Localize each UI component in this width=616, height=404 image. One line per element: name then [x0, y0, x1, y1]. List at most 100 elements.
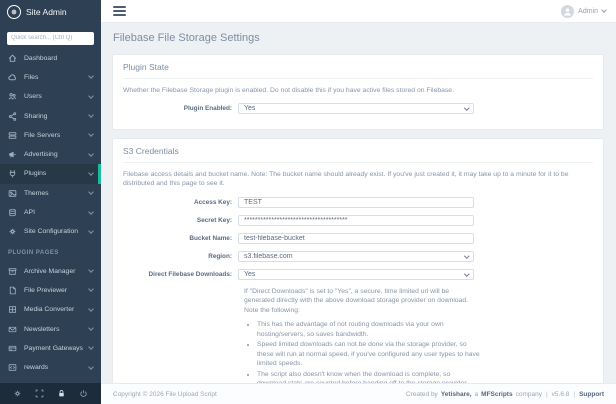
chevron-down-icon: [88, 208, 94, 215]
chevron-down-icon: [88, 170, 94, 176]
grid-icon: [8, 305, 18, 315]
plugin-enabled-label: Plugin Enabled:: [183, 105, 232, 113]
chevron-down-icon: [601, 7, 607, 13]
secret-key-input[interactable]: [238, 214, 474, 226]
archive-icon: [8, 266, 18, 276]
footer-credits: Created by Yetishare, a MFScripts compan…: [406, 390, 604, 398]
direct-downloads-help-intro: If "Direct Downloads" is set to "Yes", a…: [244, 287, 469, 314]
user-menu[interactable]: Admin: [561, 4, 607, 18]
sidebar-item-file-servers[interactable]: File Servers: [0, 126, 101, 145]
copyright-text: Copyright © 2026 File Upload Script: [113, 390, 217, 398]
app-window: Site Admin Dashboard Files Users Shar: [0, 0, 616, 404]
user-name: Admin: [578, 7, 598, 15]
chevron-down-icon: [88, 344, 94, 351]
plug-icon: [8, 169, 18, 179]
sidebar-item-payment-gateways[interactable]: Payment Gateways: [0, 339, 101, 358]
home-icon: [8, 53, 18, 63]
sidebar-item-users[interactable]: Users: [0, 87, 101, 106]
image-icon: [8, 188, 18, 198]
sidebar-item-archive-manager[interactable]: Archive Manager: [0, 261, 101, 280]
avatar: [561, 4, 575, 18]
yetishare-link[interactable]: Yetishare,: [441, 391, 472, 398]
main-area: Admin Filebase File Storage Settings Plu…: [101, 0, 616, 404]
access-key-label: Access Key:: [193, 198, 232, 206]
sidebar-item-plugins[interactable]: Plugins: [0, 164, 101, 184]
megaphone-icon: [8, 150, 18, 160]
server-icon: [8, 130, 18, 140]
plugin-state-title: Plugin State: [123, 62, 593, 79]
page-title: Filebase File Storage Settings: [113, 32, 260, 44]
chevron-down-icon: [88, 286, 94, 293]
sidebar-nav: Dashboard Files Users Sharing File Serve…: [0, 47, 101, 384]
share-icon: [8, 111, 18, 121]
lock-icon[interactable]: [57, 389, 66, 398]
gear-icon: [8, 227, 18, 237]
topbar: Admin: [101, 0, 616, 23]
credit-card-icon: [8, 343, 18, 353]
hamburger-menu-icon[interactable]: [111, 4, 128, 18]
version-label: v5.6.8: [551, 390, 570, 398]
help-bullet: This has the advantage of not routing do…: [257, 320, 480, 339]
help-bullet: Speed limited downloads can not be done …: [257, 340, 480, 369]
mfscripts-link[interactable]: MFScripts: [481, 391, 512, 398]
database-icon: [8, 208, 18, 218]
sidebar-item-files[interactable]: Files: [0, 68, 101, 87]
chevron-down-icon: [88, 325, 94, 331]
direct-filebase-downloads-label: Direct Filebase Downloads:: [148, 270, 232, 278]
sidebar-item-advertising[interactable]: Advertising: [0, 145, 101, 164]
sidebar-item-newsletters[interactable]: Newsletters: [0, 319, 101, 338]
brand-name: Site Admin: [26, 7, 67, 17]
code-icon: [8, 363, 18, 373]
chevron-down-icon: [88, 305, 94, 312]
chevron-down-icon: [88, 227, 94, 234]
s3-credentials-description: Filebase access details and bucket name.…: [123, 171, 569, 188]
power-icon[interactable]: [79, 389, 88, 398]
site-admin-logo-icon: [7, 5, 21, 19]
envelope-icon: [8, 324, 18, 334]
chevron-down-icon: [88, 189, 94, 196]
brand[interactable]: Site Admin: [0, 0, 101, 22]
chevron-down-icon: [88, 92, 94, 99]
sidebar-footer: [0, 383, 101, 404]
plugin-state-card: Plugin State Whether the Filebase Storag…: [112, 54, 604, 131]
plugin-state-description: Whether the Filebase Storage plugin is e…: [123, 87, 454, 94]
sidebar-item-themes[interactable]: Themes: [0, 184, 101, 203]
chevron-down-icon: [88, 73, 94, 80]
users-icon: [8, 92, 18, 102]
s3-credentials-title: S3 Credentials: [123, 146, 593, 164]
chevron-down-icon: [88, 112, 94, 118]
sidebar-item-dashboard[interactable]: Dashboard: [0, 49, 101, 68]
bucket-name-label: Bucket Name:: [189, 234, 232, 242]
search-input[interactable]: [7, 31, 94, 45]
bucket-name-input[interactable]: [238, 232, 474, 244]
cloud-icon: [8, 72, 18, 82]
secret-key-label: Secret Key:: [196, 216, 232, 224]
sidebar-item-api[interactable]: API: [0, 203, 101, 222]
file-icon: [8, 285, 18, 295]
chevron-down-icon: [88, 150, 94, 157]
sidebar-item-file-previewer[interactable]: File Previewer: [0, 281, 101, 300]
sidebar: Site Admin Dashboard Files Users Shar: [0, 0, 101, 404]
sidebar-item-media-converter[interactable]: Media Converter: [0, 300, 101, 319]
access-key-input[interactable]: [238, 196, 474, 208]
page-content: Filebase File Storage Settings Plugin St…: [101, 23, 616, 383]
direct-filebase-downloads-select[interactable]: Yes: [238, 268, 474, 280]
page-footer: Copyright © 2026 File Upload Script Crea…: [101, 383, 616, 404]
sidebar-item-rewards[interactable]: rewards: [0, 358, 101, 377]
plugin-pages-header: PLUGIN PAGES: [8, 250, 59, 257]
support-link[interactable]: Support: [579, 391, 604, 398]
help-bullet: The script also doesn't know when the do…: [257, 370, 480, 383]
sidebar-item-site-configuration[interactable]: Site Configuration: [0, 222, 101, 241]
plugin-enabled-select[interactable]: Yes: [238, 103, 474, 115]
s3-credentials-card: S3 Credentials Filebase access details a…: [112, 138, 604, 383]
sidebar-item-sharing[interactable]: Sharing: [0, 106, 101, 125]
region-label: Region:: [208, 252, 232, 260]
chevron-down-icon: [88, 267, 94, 273]
direct-downloads-help: If "Direct Downloads" is set to "Yes", a…: [244, 287, 480, 383]
gear-icon[interactable]: [13, 389, 22, 398]
chevron-down-icon: [88, 131, 94, 138]
direct-downloads-help-list: This has the advantage of not routing do…: [244, 320, 480, 383]
chevron-down-icon: [88, 363, 94, 370]
region-select[interactable]: s3.filebase.com: [238, 250, 474, 262]
fullscreen-icon[interactable]: [35, 389, 44, 398]
